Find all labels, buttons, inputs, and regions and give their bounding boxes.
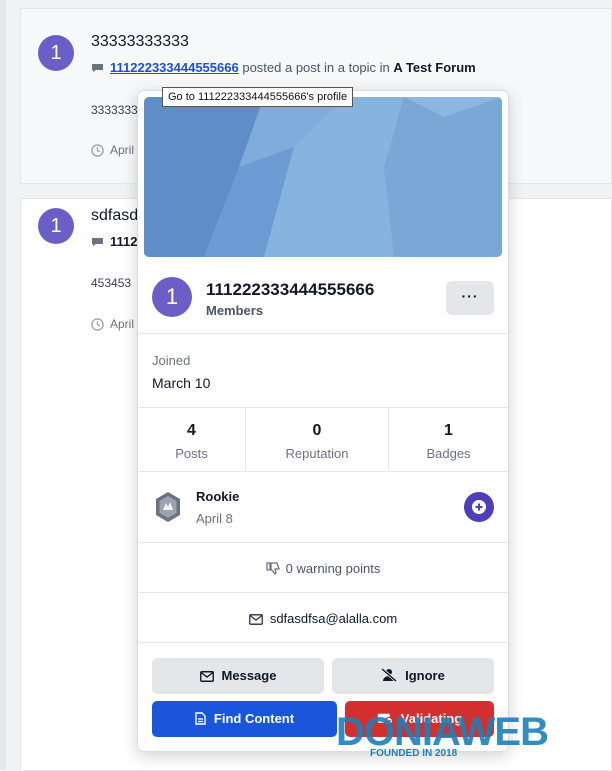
joined-label: Joined xyxy=(152,353,191,368)
stat-posts[interactable]: 4 Posts xyxy=(138,408,245,472)
rank-badge-icon xyxy=(156,492,180,522)
email-link[interactable]: sdfasdfsa@alalla.com xyxy=(138,611,508,626)
avatar[interactable]: 1 xyxy=(152,277,192,317)
watermark-brand: DONIAWEB xyxy=(336,710,549,754)
divider xyxy=(138,542,508,543)
avatar[interactable]: 1 xyxy=(38,35,74,71)
more-options-button[interactable]: ··· xyxy=(446,281,494,315)
post-title[interactable]: 33333333333 xyxy=(91,33,189,51)
post-title[interactable]: sdfasd xyxy=(91,207,138,225)
divider xyxy=(138,333,508,334)
message-button[interactable]: Message xyxy=(152,658,324,694)
cover-photo xyxy=(144,97,502,257)
warning-text: 0 warning points xyxy=(285,561,381,576)
user-slash-icon xyxy=(381,667,398,683)
post-date: April xyxy=(91,143,134,157)
avatar[interactable]: 1 xyxy=(38,208,74,244)
email-text: sdfasdfsa@alalla.com xyxy=(269,611,398,626)
thumbs-down-icon xyxy=(266,562,280,575)
stat-value: 0 xyxy=(312,422,322,439)
comment-icon xyxy=(92,238,103,246)
meta-text: posted a post in a topic in xyxy=(242,60,390,75)
clock-icon xyxy=(91,144,104,157)
stat-label: Posts xyxy=(175,446,208,461)
envelope-icon xyxy=(199,671,214,682)
envelope-icon xyxy=(248,614,263,625)
left-edge xyxy=(0,0,6,769)
file-icon xyxy=(195,712,206,725)
forum-link[interactable]: A Test Forum xyxy=(393,60,475,75)
profile-hovercard: 1 111222333444555666 Members ··· Joined … xyxy=(137,90,509,752)
stat-label: Badges xyxy=(426,446,471,461)
post-excerpt: 3333333 xyxy=(91,103,138,117)
post-date: April xyxy=(91,317,134,331)
button-label: Ignore xyxy=(405,668,445,683)
divider xyxy=(138,592,508,593)
date-text: April xyxy=(110,317,135,331)
author-link[interactable]: 1112 xyxy=(110,234,138,249)
stat-value: 4 xyxy=(187,422,196,439)
divider xyxy=(138,642,508,643)
button-label: Find Content xyxy=(213,711,295,726)
plus-circle-icon xyxy=(472,500,486,514)
post-meta: 111222333444555666 posted a post in a to… xyxy=(91,60,476,75)
find-content-button[interactable]: Find Content xyxy=(152,701,337,737)
clock-icon xyxy=(91,318,104,331)
rank-name: Rookie xyxy=(196,489,240,504)
comment-icon xyxy=(92,64,103,72)
stat-label: Reputation xyxy=(285,446,349,461)
watermark-logo: DONIAWEB FOUNDED IN 2018 xyxy=(336,710,549,759)
rank-date: April 8 xyxy=(196,511,233,526)
username[interactable]: 111222333444555666 xyxy=(206,280,374,300)
joined-value: March 10 xyxy=(152,375,211,391)
stat-reputation[interactable]: 0 Reputation xyxy=(246,408,388,472)
ignore-button[interactable]: Ignore xyxy=(332,658,494,694)
divider xyxy=(138,471,508,472)
user-group: Members xyxy=(206,303,264,318)
post-meta: 1112 xyxy=(91,234,138,249)
date-text: April xyxy=(110,143,135,157)
author-link[interactable]: 111222333444555666 xyxy=(110,60,239,75)
stat-badges[interactable]: 1 Badges xyxy=(389,408,508,472)
stat-value: 1 xyxy=(444,422,453,439)
button-label: Message xyxy=(221,668,277,683)
post-excerpt: 453453 xyxy=(91,276,132,290)
expand-badges-button[interactable] xyxy=(464,492,494,522)
profile-tooltip: Go to 111222333444555666's profile xyxy=(162,87,354,107)
warning-points[interactable]: 0 warning points xyxy=(138,561,508,576)
